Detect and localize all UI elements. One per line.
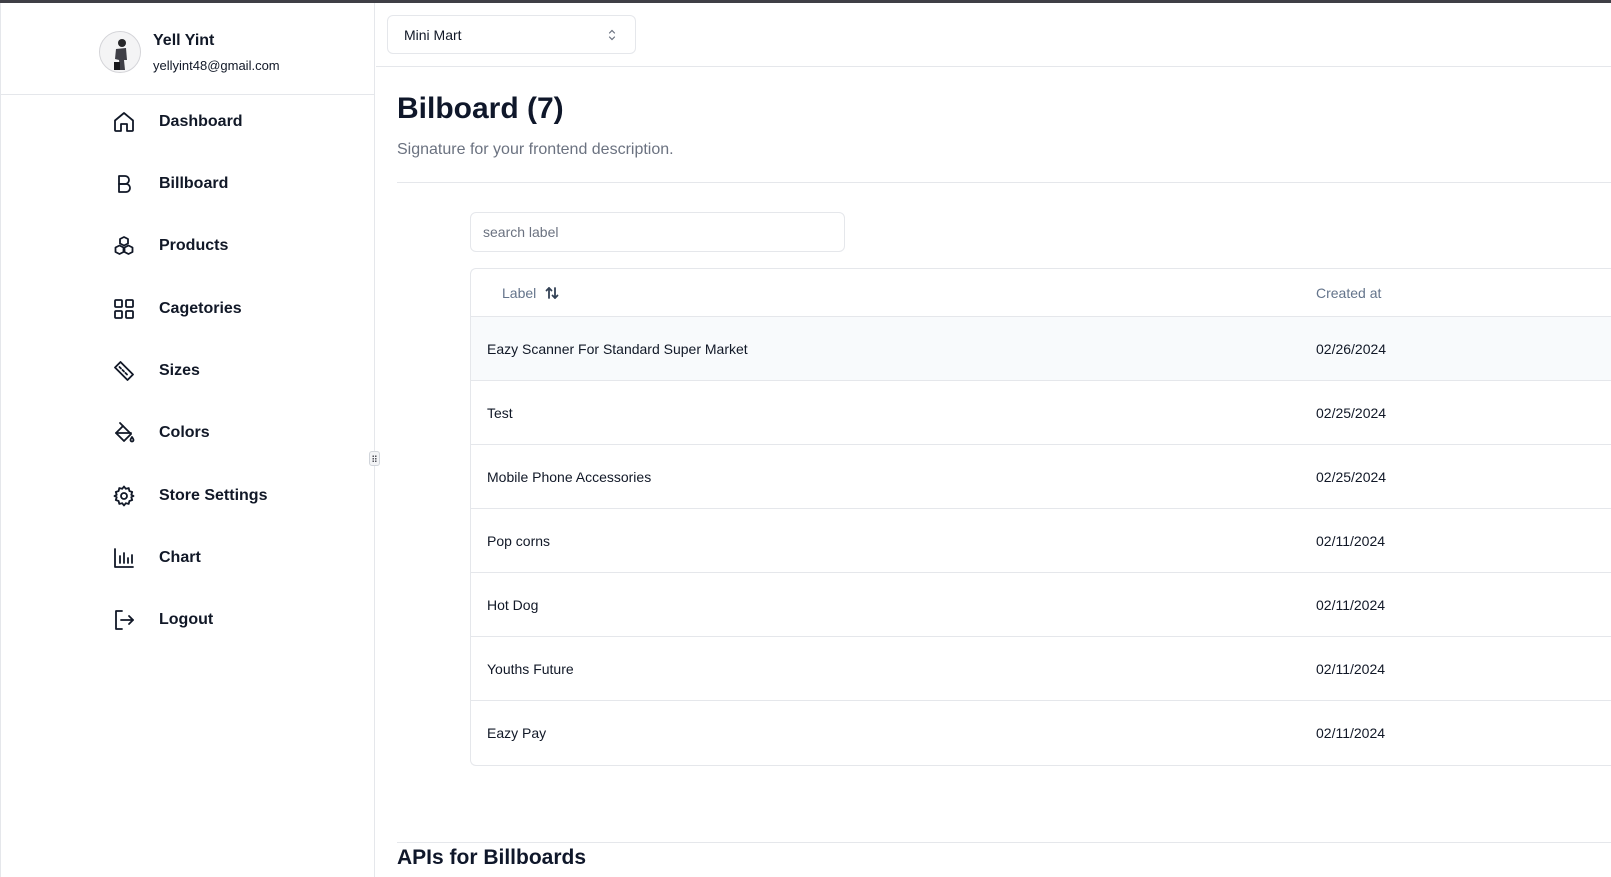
home-icon: [111, 109, 137, 135]
sidebar-item-categories[interactable]: Cagetories: [111, 289, 351, 329]
table-row[interactable]: Test 02/25/2024: [471, 381, 1611, 445]
bold-b-icon: [111, 171, 137, 197]
page-description: Signature for your frontend description.: [397, 141, 674, 158]
sidebar-item-label: Logout: [159, 611, 214, 628]
row-created-at: 02/11/2024: [1316, 597, 1386, 613]
sidebar-item-label: Dashboard: [159, 113, 243, 130]
sidebar-item-label: Colors: [159, 424, 210, 441]
created-column-header: Created at: [1316, 285, 1382, 301]
sort-icon: [545, 287, 559, 299]
table-row[interactable]: Eazy Scanner For Standard Super Market 0…: [471, 317, 1611, 381]
boxes-icon: [111, 233, 137, 259]
table-row[interactable]: Hot Dog 02/11/2024: [471, 573, 1611, 637]
sidebar-item-label: Products: [159, 237, 229, 254]
table-row[interactable]: Mobile Phone Accessories 02/25/2024: [471, 445, 1611, 509]
sidebar-item-colors[interactable]: Colors: [111, 413, 351, 453]
row-created-at: 02/11/2024: [1316, 725, 1386, 741]
label-column-header[interactable]: Label: [502, 269, 560, 317]
table-header: Label Created at: [471, 269, 1611, 317]
sidebar-item-billboard[interactable]: Billboard: [111, 164, 351, 204]
gear-icon: [111, 483, 137, 509]
sidebar-item-label: Store Settings: [159, 487, 268, 504]
sidebar-item-products[interactable]: Products: [111, 226, 351, 266]
divider: [397, 182, 1611, 183]
label-column-title: Label: [502, 285, 537, 301]
bar-chart-icon: [111, 545, 137, 571]
row-created-at: 02/26/2024: [1316, 341, 1387, 357]
sidebar-item-dashboard[interactable]: Dashboard: [111, 102, 351, 142]
store-switcher[interactable]: Mini Mart: [387, 15, 636, 54]
grid-icon: [111, 296, 137, 322]
row-created-at: 02/11/2024: [1316, 533, 1386, 549]
sidebar-item-store-settings[interactable]: Store Settings: [111, 476, 351, 516]
table-row[interactable]: Pop corns 02/11/2024: [471, 509, 1611, 573]
store-switcher-value: Mini Mart: [404, 26, 462, 43]
ruler-icon: [111, 358, 137, 384]
row-label: Pop corns: [487, 533, 551, 549]
sidebar-item-chart[interactable]: Chart: [111, 538, 351, 578]
billboard-table: Label Created at Eazy Scanner For Standa…: [470, 268, 1611, 766]
avatar: [99, 31, 141, 73]
user-name: Yell Yint: [153, 32, 215, 49]
page-title: Bilboard (7): [397, 92, 564, 125]
api-section-title: APIs for Billboards: [397, 846, 587, 869]
header: Mini Mart: [376, 3, 1611, 67]
chevron-up-down-icon: [608, 29, 616, 41]
sidebar-item-label: Billboard: [159, 175, 229, 192]
sidebar-item-label: Sizes: [159, 362, 200, 379]
row-created-at: 02/11/2024: [1316, 661, 1386, 677]
sidebar-item-sizes[interactable]: Sizes: [111, 351, 351, 391]
row-label: Mobile Phone Accessories: [487, 469, 652, 485]
row-label: Hot Dog: [487, 597, 539, 613]
sidebar-item-label: Cagetories: [159, 300, 242, 317]
paint-bucket-icon: [111, 420, 137, 446]
row-created-at: 02/25/2024: [1316, 469, 1387, 485]
sidebar-item-logout[interactable]: Logout: [111, 600, 351, 640]
row-created-at: 02/25/2024: [1316, 405, 1387, 421]
row-label: Youths Future: [487, 661, 574, 677]
table-row[interactable]: Eazy Pay 02/11/2024: [471, 701, 1611, 765]
divider: [397, 842, 1611, 843]
logout-icon: [111, 607, 137, 633]
row-label: Eazy Pay: [487, 725, 547, 741]
row-label: Test: [487, 405, 513, 421]
sidebar-resize-handle[interactable]: [369, 451, 380, 466]
table-row[interactable]: Youths Future 02/11/2024: [471, 637, 1611, 701]
sidebar-item-label: Chart: [159, 549, 201, 566]
user-profile[interactable]: Yell Yint yellyint48@gmail.com: [1, 3, 375, 95]
user-email: yellyint48@gmail.com: [153, 58, 280, 73]
search-input[interactable]: [470, 212, 845, 252]
row-label: Eazy Scanner For Standard Super Market: [487, 341, 748, 357]
sidebar: Yell Yint yellyint48@gmail.com Dashboard…: [0, 3, 375, 877]
